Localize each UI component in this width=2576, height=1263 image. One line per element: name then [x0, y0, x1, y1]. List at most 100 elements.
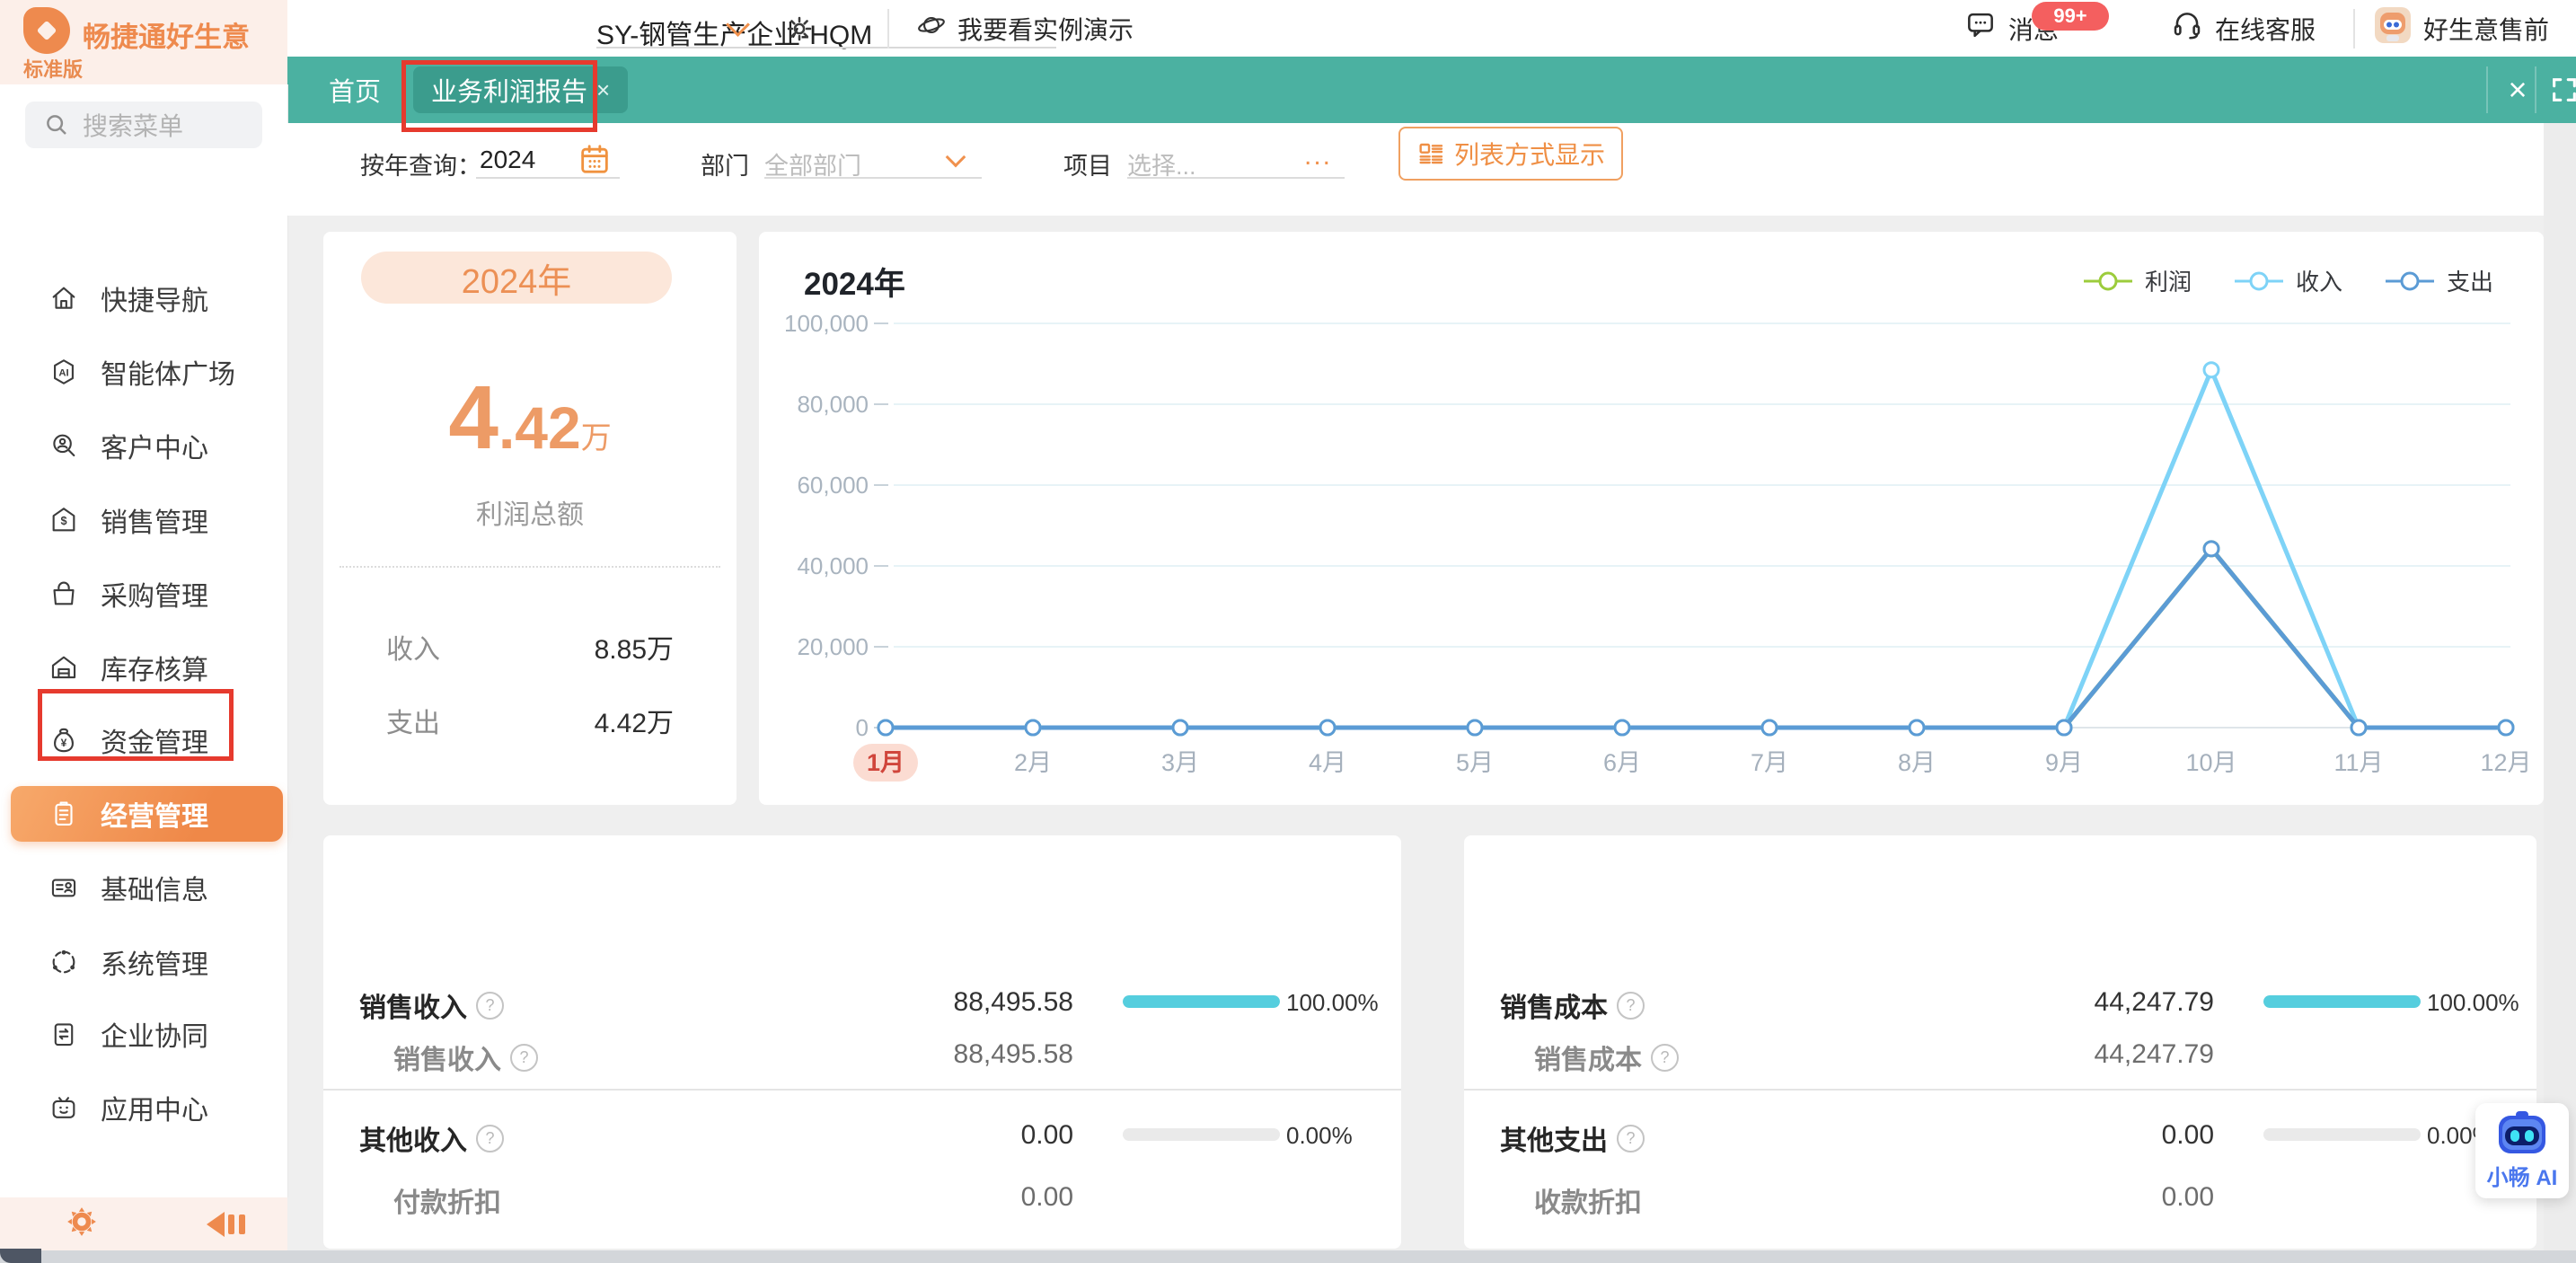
ai-assistant-widget[interactable]: 小畅 AI	[2475, 1103, 2569, 1198]
year-filter-value[interactable]: 2024	[480, 146, 535, 174]
brand-logo-icon	[23, 7, 70, 54]
help-icon[interactable]: ?	[1617, 1125, 1645, 1153]
tab-home[interactable]: 首页	[309, 57, 401, 123]
svg-text:80,000: 80,000	[797, 391, 869, 418]
svg-text:2月: 2月	[1014, 749, 1052, 776]
message-bubble-icon	[1963, 8, 1998, 49]
window-corner	[0, 1249, 41, 1263]
legend-item[interactable]: 支出	[2384, 264, 2493, 297]
svg-text:8月: 8月	[1898, 749, 1936, 776]
row-progress-bar	[2263, 1128, 2421, 1141]
summary-expense-label: 支出	[386, 701, 440, 740]
sidebar: 搜索菜单 快捷导航 AI智能体广场客户中心 $销售管理采购管理库存核算 ¥资金管理经营…	[0, 84, 288, 1197]
sidebar-item-12[interactable]: 应用中心	[0, 1080, 287, 1135]
profit-frac: .42	[498, 394, 581, 461]
footer-gear-icon[interactable]	[65, 1205, 99, 1243]
svg-text:9月: 9月	[2045, 749, 2083, 776]
settings-gear-icon[interactable]	[783, 13, 816, 49]
svg-text:¥: ¥	[61, 737, 67, 749]
year-filter-label: 按年查询：	[360, 146, 481, 181]
scroll-gutter[interactable]	[2544, 123, 2576, 1250]
profit-trend-chart-card: 020,00040,00060,00080,000100,0001月2月3月4月…	[759, 232, 2544, 805]
income-row: 销售收入?88,495.58	[323, 1027, 1401, 1081]
dept-chevron-down-icon[interactable]	[946, 147, 966, 168]
row-percent: 0.00%	[1286, 1122, 1353, 1150]
demo-ring-icon	[916, 10, 947, 47]
svg-text:3月: 3月	[1161, 749, 1199, 776]
project-filter-label: 项目	[1063, 146, 1112, 181]
svg-text:1月: 1月	[867, 749, 904, 776]
brand-edition: 标准版	[23, 54, 83, 83]
row-progress-bar	[1123, 1128, 1280, 1141]
help-icon[interactable]: ?	[476, 992, 504, 1020]
topbar-divider-2	[2353, 9, 2355, 49]
legend-item[interactable]: 收入	[2233, 264, 2342, 297]
sidebar-item-9[interactable]: 基础信息	[0, 860, 287, 915]
search-input[interactable]: 搜索菜单	[25, 102, 262, 148]
help-icon[interactable]: ?	[1651, 1044, 1679, 1072]
svg-text:AI: AI	[58, 367, 68, 378]
sidebar-item-label: 应用中心	[101, 1088, 208, 1127]
list-view-button[interactable]: 列表方式显示	[1398, 127, 1623, 181]
svg-text:0: 0	[856, 714, 869, 741]
line-chart[interactable]: 020,00040,00060,00080,000100,0001月2月3月4月…	[759, 232, 2544, 805]
income-row: 销售收入?88,495.58100.00%	[323, 975, 1401, 1029]
sidebar-item-3[interactable]: 客户中心	[0, 418, 287, 473]
sidebar-item-11[interactable]: 企业协同	[0, 1006, 287, 1062]
sidebar-item-6[interactable]: 库存核算	[0, 640, 287, 695]
svg-text:7月: 7月	[1751, 749, 1788, 776]
summary-year-pill: 2024年	[361, 252, 672, 304]
close-view-icon[interactable]: ×	[2495, 62, 2540, 118]
sidebar-item-2[interactable]: AI智能体广场	[0, 344, 287, 400]
svg-text:10月: 10月	[2185, 749, 2236, 776]
operations-icon	[49, 799, 79, 829]
search-placeholder: 搜索菜单	[83, 107, 183, 143]
dept-underline	[764, 177, 982, 179]
income-divider	[323, 1089, 1401, 1091]
row-value: 44,247.79	[1994, 987, 2214, 1018]
sidebar-item-5[interactable]: 采购管理	[0, 566, 287, 622]
summary-income-row: 收入 8.85万	[386, 627, 674, 667]
project-underline	[1127, 177, 1345, 179]
sidebar-item-4[interactable]: $销售管理	[0, 492, 287, 548]
summary-income-value: 8.85万	[595, 627, 674, 667]
year-underline	[476, 177, 620, 179]
collapse-sidebar-icon[interactable]	[207, 1212, 245, 1237]
sidebar-item-10[interactable]: 系统管理	[0, 934, 287, 990]
apps-icon	[49, 1092, 79, 1123]
fullscreen-icon[interactable]	[2542, 62, 2576, 118]
row-value: 0.00	[1994, 1182, 2214, 1213]
calendar-icon[interactable]	[577, 141, 613, 181]
row-progress-bar	[2263, 995, 2421, 1008]
sidebar-item-label: 经营管理	[101, 794, 208, 834]
svg-text:5月: 5月	[1456, 749, 1494, 776]
online-service-button[interactable]: 在线客服	[2170, 0, 2316, 57]
demo-link[interactable]: 我要看实例演示	[916, 0, 1134, 57]
agent-profile[interactable]: 好生意售前	[2373, 0, 2549, 57]
row-value: 88,495.58	[853, 1039, 1073, 1070]
search-icon	[43, 111, 70, 138]
row-value: 0.00	[853, 1120, 1073, 1151]
expense-row: 销售成本?44,247.79	[1464, 1027, 2536, 1081]
sidebar-item-label: 快捷导航	[101, 278, 208, 318]
project-more-ellipsis[interactable]: ...	[1304, 141, 1332, 172]
legend-item[interactable]: 利润	[2082, 264, 2192, 297]
tab-business-profit-report[interactable]: 业务利润报告 ×	[413, 66, 628, 113]
agent-avatar	[2373, 5, 2413, 51]
system-icon	[49, 947, 79, 977]
sidebar-item-label: 销售管理	[101, 500, 208, 540]
help-icon[interactable]: ?	[510, 1044, 538, 1072]
sidebar-item-1[interactable]: 快捷导航	[0, 270, 287, 326]
sidebar-item-7[interactable]: ¥资金管理	[0, 712, 287, 768]
svg-text:12月: 12月	[2480, 749, 2531, 776]
summary-divider	[340, 566, 720, 568]
row-value: 0.00	[1994, 1120, 2214, 1151]
sidebar-item-8[interactable]: 经营管理	[11, 786, 283, 842]
help-icon[interactable]: ?	[1617, 992, 1645, 1020]
list-view-icon	[1416, 139, 1445, 168]
summary-expense-row: 支出 4.42万	[386, 701, 674, 740]
ai-robot-icon	[2492, 1111, 2552, 1158]
tab-close-icon[interactable]: ×	[596, 76, 610, 104]
help-icon[interactable]: ?	[476, 1125, 504, 1153]
profit-unit: 万	[581, 421, 612, 455]
